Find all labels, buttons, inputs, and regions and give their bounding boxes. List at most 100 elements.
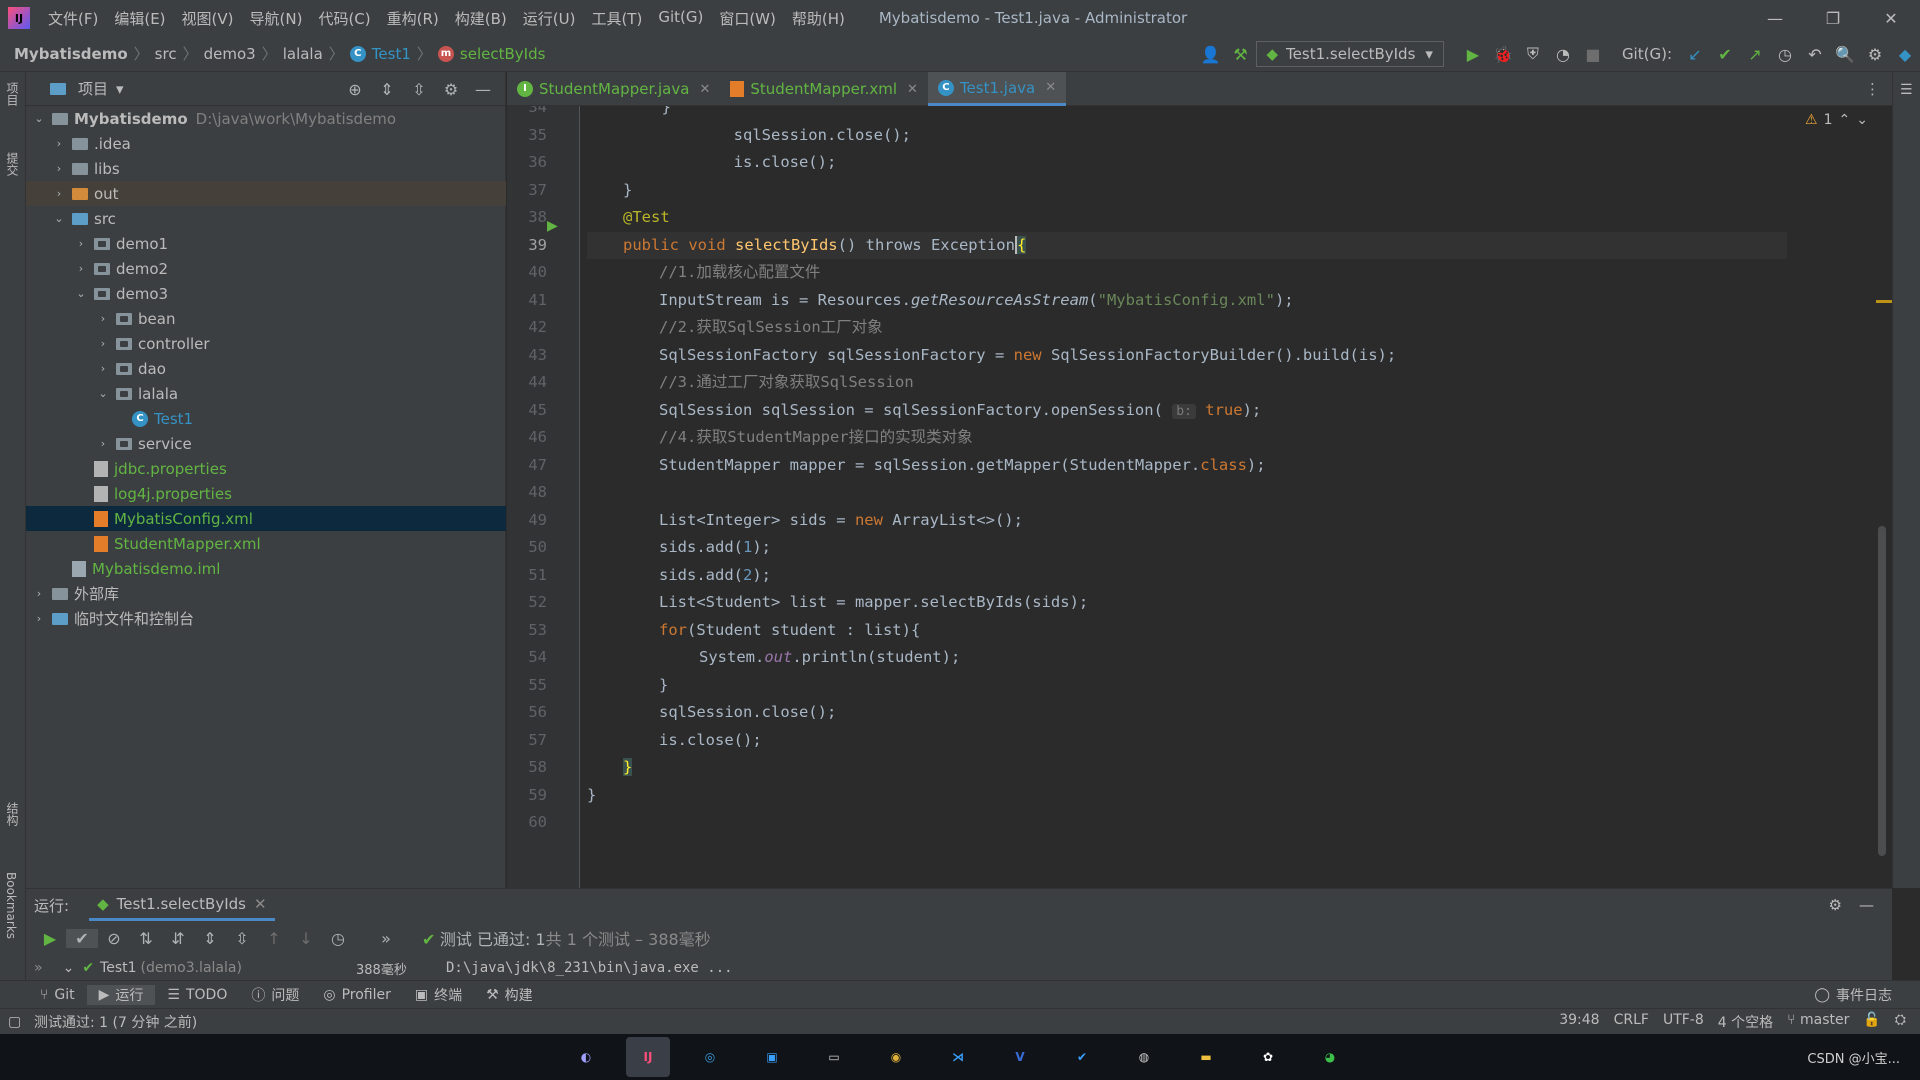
chevron-down-icon[interactable]: ⌄: [32, 112, 46, 125]
warning-stripe-marker[interactable]: [1876, 300, 1892, 303]
breadcrumb-project[interactable]: Mybatisdemo: [14, 45, 128, 63]
chevron-right-icon[interactable]: ›: [52, 162, 66, 175]
tree-item-scratches[interactable]: › 临时文件和控制台: [26, 606, 506, 631]
hide-icon[interactable]: —: [1859, 896, 1874, 914]
tool-build[interactable]: ⚒ 构建: [474, 985, 545, 1005]
terminal-taskbar-icon[interactable]: ▭: [812, 1037, 856, 1077]
show-passed-icon[interactable]: ✔: [66, 928, 98, 948]
database-icon[interactable]: ☰: [1900, 82, 1913, 98]
tool-problems[interactable]: ⓘ 问题: [239, 985, 311, 1005]
code-editor[interactable]: 34 35 36 37 38 39 40 41 42 43 44 45 46 4…: [507, 106, 1892, 888]
chevron-right-icon[interactable]: ›: [52, 187, 66, 200]
chevron-down-icon[interactable]: ⌄: [52, 212, 66, 225]
git-commit-icon[interactable]: ✔: [1710, 45, 1740, 64]
tab-studentmapper-xml[interactable]: StudentMapper.xml ✕: [720, 72, 928, 106]
memory-indicator-icon[interactable]: ⛭: [1895, 1012, 1906, 1032]
chevron-right-icon[interactable]: ›: [32, 612, 46, 625]
indent-setting[interactable]: 4 个空格: [1718, 1012, 1773, 1032]
toggle-panels-icon[interactable]: ▢: [8, 1014, 21, 1030]
menu-view[interactable]: 视图(V): [174, 8, 242, 29]
chevron-down-icon[interactable]: ⌄: [74, 287, 88, 300]
chevron-down-icon[interactable]: ⌄: [63, 960, 75, 976]
menu-navigate[interactable]: 导航(N): [242, 8, 311, 29]
chevron-right-icon[interactable]: ›: [96, 362, 110, 375]
close-icon[interactable]: ✕: [699, 82, 710, 97]
tool-terminal[interactable]: ▣ 终端: [403, 985, 474, 1005]
tool-profiler[interactable]: ◎ Profiler: [311, 987, 403, 1003]
minimize-icon[interactable]: —: [1746, 0, 1804, 36]
menu-help[interactable]: 帮助(H): [784, 8, 853, 29]
file-explorer-icon[interactable]: ▬: [1184, 1037, 1228, 1077]
intellij-taskbar-icon[interactable]: IJ: [626, 1037, 670, 1077]
tool-event-log[interactable]: ◯ 事件日志: [1802, 985, 1904, 1005]
gear-icon[interactable]: ⚙: [435, 80, 467, 99]
sort-duration-icon[interactable]: ⇵: [162, 929, 194, 948]
breadcrumb-lalala[interactable]: lalala: [283, 45, 323, 63]
tree-item-libs[interactable]: › libs: [26, 156, 506, 181]
intellij-logo-icon[interactable]: IJ: [8, 7, 30, 29]
run-test-gutter-icon[interactable]: ▶: [547, 218, 558, 234]
line-separator[interactable]: CRLF: [1614, 1012, 1649, 1032]
history-icon[interactable]: ◷: [322, 929, 354, 948]
more-vertical-icon[interactable]: ⋮: [1865, 80, 1880, 98]
settings-gear-icon[interactable]: ⚙: [1860, 45, 1890, 64]
tab-studentmapper-java[interactable]: I StudentMapper.java ✕: [507, 72, 720, 106]
chevron-down-icon[interactable]: ▾: [116, 80, 124, 98]
chevron-right-icon[interactable]: ›: [96, 337, 110, 350]
show-ignored-icon[interactable]: ⊘: [98, 929, 130, 948]
chevron-up-icon[interactable]: ⌃: [1839, 112, 1851, 128]
breadcrumb-src[interactable]: src: [155, 45, 177, 63]
commit-tool-button[interactable]: 提交: [4, 152, 21, 176]
tool-run[interactable]: ▶ 运行: [86, 984, 156, 1005]
gear-icon[interactable]: ⚙: [1829, 896, 1842, 914]
hide-icon[interactable]: —: [467, 80, 499, 99]
menu-refactor[interactable]: 重构(R): [379, 8, 447, 29]
close-icon[interactable]: ✕: [907, 82, 918, 97]
more-icon[interactable]: »: [370, 929, 402, 948]
jetbrains-toolbox-icon[interactable]: ◆: [1890, 45, 1920, 64]
git-update-icon[interactable]: ↙: [1680, 45, 1710, 64]
sort-alpha-icon[interactable]: ⇅: [130, 929, 162, 948]
inspection-widget[interactable]: ⚠ 1 ⌃ ⌄: [1805, 112, 1868, 128]
menu-code[interactable]: 代码(C): [310, 8, 378, 29]
tool-todo[interactable]: ☰ TODO: [155, 987, 239, 1003]
tree-item-src[interactable]: ⌄ src: [26, 206, 506, 231]
console-output[interactable]: D:\java\jdk\8_231\bin\java.exe ...: [446, 960, 733, 976]
structure-tool-button[interactable]: 结构: [4, 802, 21, 826]
rollback-icon[interactable]: ↶: [1800, 45, 1830, 64]
tree-item-bean[interactable]: › bean: [26, 306, 506, 331]
menu-file[interactable]: 文件(F): [40, 8, 106, 29]
collapse-all-icon[interactable]: ⇳: [403, 80, 435, 99]
tree-item-log4j-properties[interactable]: log4j.properties: [26, 481, 506, 506]
stop-icon[interactable]: ■: [1578, 45, 1608, 64]
search-icon[interactable]: 🔍: [1830, 45, 1860, 64]
restore-icon[interactable]: ❐: [1804, 0, 1862, 36]
tree-item-demo1[interactable]: › demo1: [26, 231, 506, 256]
menu-window[interactable]: 窗口(W): [711, 8, 784, 29]
run-icon[interactable]: ▶: [1458, 45, 1488, 64]
chevron-right-icon[interactable]: ›: [74, 237, 88, 250]
editor-gutter[interactable]: 34 35 36 37 38 39 40 41 42 43 44 45 46 4…: [507, 106, 580, 888]
chevron-right-icon[interactable]: ›: [32, 587, 46, 600]
wechat-icon[interactable]: ◕: [1308, 1037, 1352, 1077]
todo-app-icon[interactable]: ✔: [1060, 1037, 1104, 1077]
test-tree-row[interactable]: » ⌄ ✔ Test1 (demo3.lalala) 388毫秒 D:\java…: [26, 955, 1892, 981]
tree-item-service[interactable]: › service: [26, 431, 506, 456]
expand-all-icon[interactable]: ⇕: [194, 929, 226, 948]
breadcrumb-method[interactable]: selectByIds: [460, 45, 546, 63]
vscode-icon[interactable]: ⋊: [936, 1037, 980, 1077]
tool-git[interactable]: ⑂ Git: [28, 987, 87, 1003]
previous-icon[interactable]: ↑: [258, 929, 290, 948]
tree-item-lalala[interactable]: ⌄ lalala: [26, 381, 506, 406]
debug-icon[interactable]: 🐞: [1488, 45, 1518, 64]
tree-item-controller[interactable]: › controller: [26, 331, 506, 356]
menu-build[interactable]: 构建(B): [447, 8, 515, 29]
file-encoding[interactable]: UTF-8: [1663, 1012, 1704, 1032]
editor-scrollbar[interactable]: [1878, 526, 1886, 856]
profile-icon[interactable]: ◔: [1548, 45, 1578, 64]
history-icon[interactable]: ◷: [1770, 45, 1800, 64]
tree-item-demo3[interactable]: ⌄ demo3: [26, 281, 506, 306]
breadcrumb-demo3[interactable]: demo3: [204, 45, 256, 63]
locate-icon[interactable]: ⊕: [339, 80, 371, 99]
tree-item-project-root[interactable]: ⌄ Mybatisdemo D:\java\work\Mybatisdemo: [26, 106, 506, 131]
